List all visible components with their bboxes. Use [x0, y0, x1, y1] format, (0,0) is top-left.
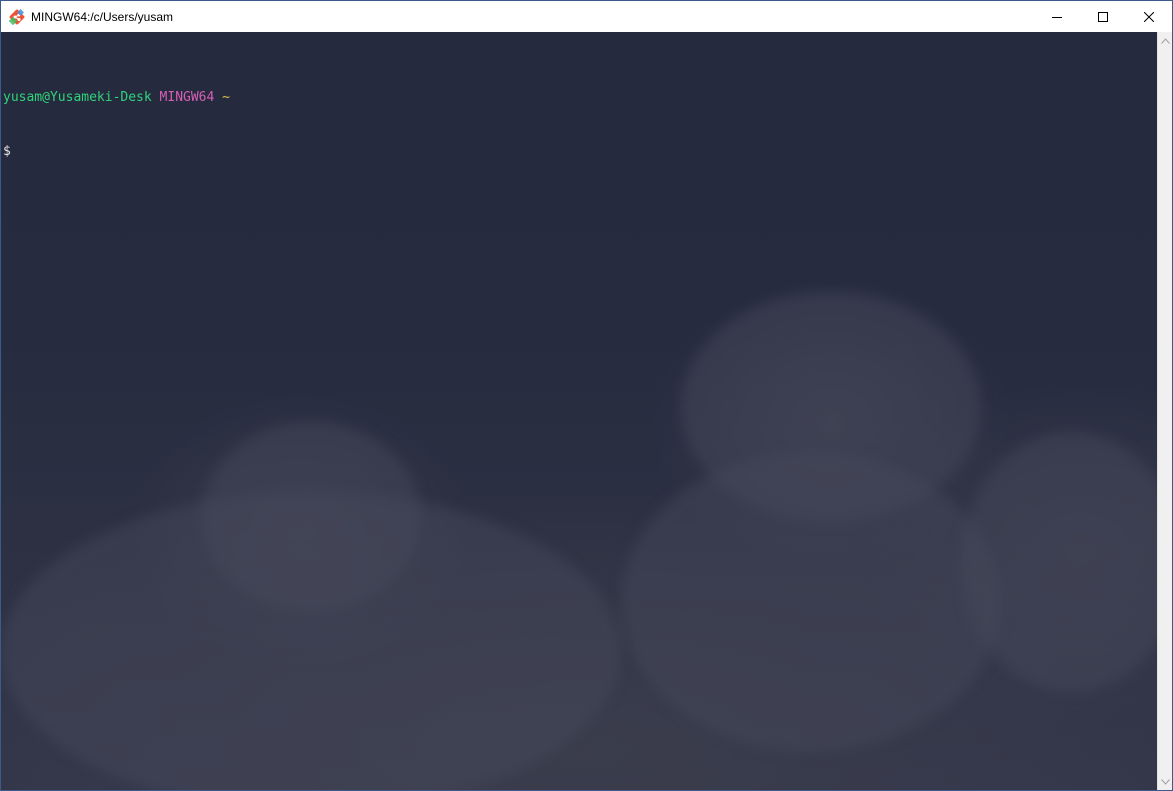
prompt-line: yusam@Yusameki-Desk MINGW64 ~ — [3, 89, 230, 107]
close-icon — [1144, 11, 1154, 22]
minimize-button[interactable] — [1034, 1, 1080, 32]
window-title: MINGW64:/c/Users/yusam — [31, 9, 174, 24]
prompt-symbol: $ — [3, 144, 11, 159]
terminal-output[interactable]: yusam@Yusameki-Desk MINGW64 ~ $ — [1, 32, 1157, 790]
terminal-text: yusam@Yusameki-Desk MINGW64 ~ $ — [3, 53, 230, 197]
prompt-path: ~ — [222, 90, 230, 105]
minimize-icon — [1052, 16, 1062, 18]
maximize-button[interactable] — [1080, 1, 1126, 32]
terminal-window: MINGW64:/c/Users/yusam yusam@Yusameki-De… — [0, 0, 1173, 791]
scroll-up-button[interactable] — [1158, 32, 1172, 49]
prompt-system: MINGW64 — [159, 90, 215, 105]
scroll-down-button[interactable] — [1158, 773, 1172, 790]
background-cloud — [621, 452, 1001, 752]
chevron-up-icon — [1161, 37, 1170, 44]
prompt-user-host: yusam@Yusameki-Desk — [3, 90, 152, 105]
maximize-icon — [1098, 11, 1108, 22]
background-cloud — [961, 432, 1157, 692]
title-bar[interactable]: MINGW64:/c/Users/yusam — [1, 1, 1172, 32]
git-bash-icon — [9, 8, 25, 25]
window-controls — [1034, 1, 1172, 32]
close-button[interactable] — [1126, 1, 1172, 32]
vertical-scrollbar[interactable] — [1157, 32, 1172, 790]
chevron-down-icon — [1161, 778, 1170, 785]
command-line[interactable]: $ — [3, 143, 230, 161]
background-cloud — [1, 492, 621, 790]
